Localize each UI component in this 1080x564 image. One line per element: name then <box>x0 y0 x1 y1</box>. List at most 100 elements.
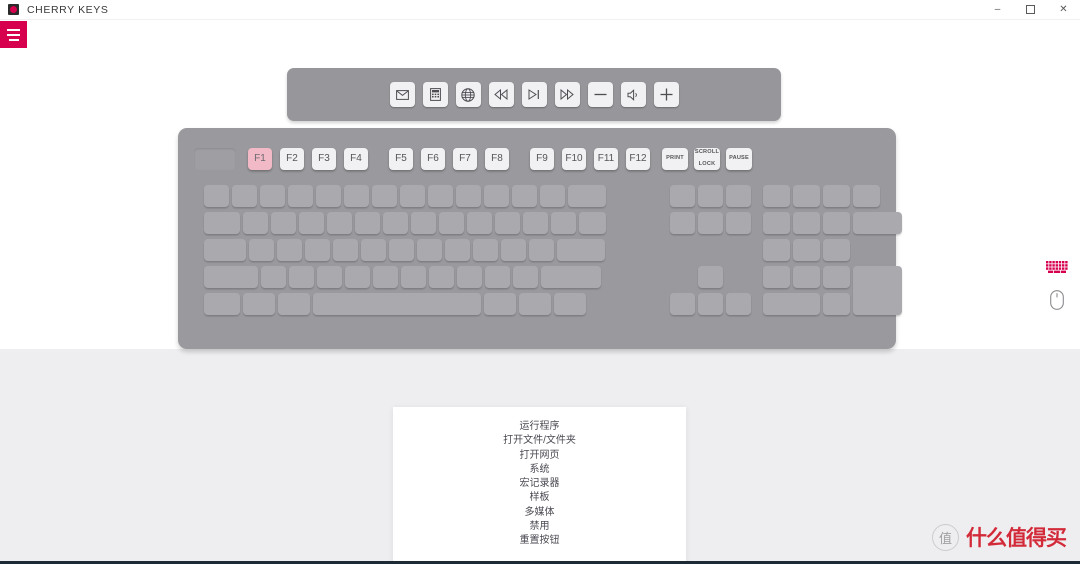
main-key[interactable] <box>439 212 464 234</box>
main-key[interactable] <box>260 185 285 207</box>
main-key[interactable] <box>243 293 275 315</box>
main-key[interactable] <box>540 185 565 207</box>
media-key-volume-up[interactable] <box>653 82 679 107</box>
numpad-key[interactable] <box>763 185 790 207</box>
main-key[interactable] <box>344 185 369 207</box>
main-key[interactable] <box>484 185 509 207</box>
menu-item-multimedia[interactable]: 多媒体 <box>393 506 686 520</box>
main-key[interactable] <box>495 212 520 234</box>
key-f8[interactable]: F8 <box>485 148 509 170</box>
menu-item-open-file-folder[interactable]: 打开文件/文件夹 <box>393 434 686 448</box>
main-key[interactable] <box>512 185 537 207</box>
main-key[interactable] <box>278 293 310 315</box>
main-key[interactable] <box>289 266 314 288</box>
nav-key[interactable] <box>670 212 695 234</box>
media-key-volume-down[interactable] <box>587 82 613 107</box>
main-key[interactable] <box>204 293 240 315</box>
menu-item-open-webpage[interactable]: 打开网页 <box>393 449 686 463</box>
main-key[interactable] <box>529 239 554 261</box>
numpad-key[interactable] <box>793 266 820 288</box>
main-key[interactable] <box>305 239 330 261</box>
main-key[interactable] <box>204 185 229 207</box>
main-key[interactable] <box>400 185 425 207</box>
main-key[interactable] <box>204 239 246 261</box>
main-key[interactable] <box>557 239 605 261</box>
main-key[interactable] <box>579 212 606 234</box>
numpad-key[interactable] <box>793 212 820 234</box>
media-key-mail[interactable] <box>389 82 415 107</box>
main-key[interactable] <box>456 185 481 207</box>
main-key[interactable] <box>457 266 482 288</box>
main-key[interactable] <box>389 239 414 261</box>
main-key[interactable] <box>355 212 380 234</box>
nav-key[interactable] <box>698 293 723 315</box>
main-key[interactable] <box>249 239 274 261</box>
menu-item-system[interactable]: 系统 <box>393 463 686 477</box>
key-f3[interactable]: F3 <box>312 148 336 170</box>
nav-key[interactable] <box>726 212 751 234</box>
media-key-previous[interactable] <box>488 82 514 107</box>
numpad-key[interactable] <box>823 212 850 234</box>
main-key[interactable] <box>333 239 358 261</box>
main-key[interactable] <box>554 293 586 315</box>
main-key[interactable] <box>243 212 268 234</box>
key-f6[interactable]: F6 <box>421 148 445 170</box>
key-f2[interactable]: F2 <box>280 148 304 170</box>
main-key[interactable] <box>428 185 453 207</box>
main-key[interactable] <box>277 239 302 261</box>
key-f1[interactable]: F1 <box>248 148 272 170</box>
main-key[interactable] <box>204 212 240 234</box>
media-key-next[interactable] <box>554 82 580 107</box>
menu-item-run-program[interactable]: 运行程序 <box>393 420 686 434</box>
hamburger-menu-button[interactable] <box>0 21 27 48</box>
maximize-button[interactable] <box>1014 0 1047 20</box>
menu-item-template[interactable]: 样板 <box>393 491 686 505</box>
media-key-calculator[interactable] <box>422 82 448 107</box>
main-key[interactable] <box>373 266 398 288</box>
nav-key[interactable] <box>698 212 723 234</box>
key-f12[interactable]: F12 <box>626 148 650 170</box>
numpad-key[interactable] <box>823 239 850 261</box>
main-key[interactable] <box>411 212 436 234</box>
numpad-key[interactable] <box>793 239 820 261</box>
key-f5[interactable]: F5 <box>389 148 413 170</box>
nav-key[interactable] <box>698 185 723 207</box>
key-f9[interactable]: F9 <box>530 148 554 170</box>
main-key[interactable] <box>484 293 516 315</box>
keyboard-device-button[interactable] <box>1046 261 1068 276</box>
menu-item-reset-button[interactable]: 重置按钮 <box>393 534 686 548</box>
numpad-key[interactable] <box>763 293 820 315</box>
main-key[interactable] <box>445 239 470 261</box>
main-key[interactable] <box>288 185 313 207</box>
nav-key[interactable] <box>726 293 751 315</box>
numpad-key[interactable] <box>823 293 850 315</box>
numpad-key[interactable] <box>763 212 790 234</box>
nav-key[interactable] <box>726 185 751 207</box>
main-key[interactable] <box>467 212 492 234</box>
numpad-key[interactable] <box>823 266 850 288</box>
main-key[interactable] <box>327 212 352 234</box>
numpad-key[interactable] <box>853 185 880 207</box>
main-key[interactable] <box>361 239 386 261</box>
main-key[interactable] <box>551 212 576 234</box>
key-f11[interactable]: F11 <box>594 148 618 170</box>
main-key[interactable] <box>313 293 481 315</box>
main-key[interactable] <box>345 266 370 288</box>
nav-key[interactable] <box>670 185 695 207</box>
main-key[interactable] <box>299 212 324 234</box>
minimize-button[interactable]: – <box>981 0 1014 20</box>
main-key[interactable] <box>519 293 551 315</box>
media-key-mute[interactable] <box>620 82 646 107</box>
main-key[interactable] <box>541 266 601 288</box>
key-f10[interactable]: F10 <box>562 148 586 170</box>
key-print[interactable]: PRINT <box>662 148 688 170</box>
numpad-key[interactable] <box>793 185 820 207</box>
main-key[interactable] <box>316 185 341 207</box>
main-key[interactable] <box>473 239 498 261</box>
main-key[interactable] <box>317 266 342 288</box>
main-key[interactable] <box>429 266 454 288</box>
key-scroll-lock[interactable]: SCROLL LOCK <box>694 148 720 170</box>
media-key-browser[interactable] <box>455 82 481 107</box>
numpad-key[interactable] <box>823 185 850 207</box>
main-key[interactable] <box>383 212 408 234</box>
